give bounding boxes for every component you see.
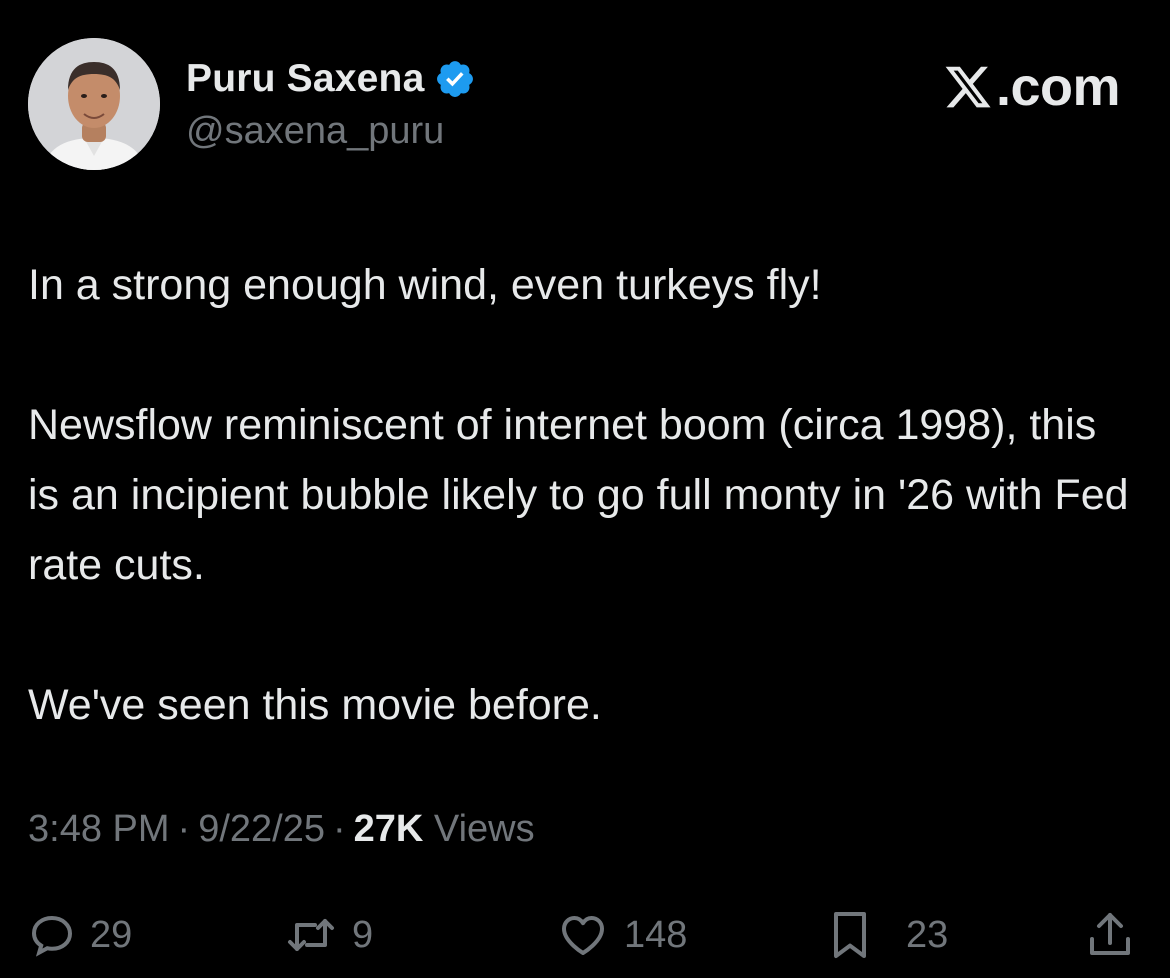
repost-icon <box>284 911 338 959</box>
tweet-paragraph: Newsflow reminiscent of internet boom (c… <box>28 401 1129 589</box>
author-display-name[interactable]: Puru Saxena <box>186 57 424 101</box>
x-logo-icon <box>942 62 994 112</box>
verified-badge-icon[interactable] <box>434 58 476 100</box>
views-count: 27K <box>353 808 424 850</box>
like-count: 148 <box>624 913 688 956</box>
tweet-meta: 3:48 PM · 9/22/25 · 27K Views <box>28 808 535 851</box>
tweet-card: Puru Saxena @saxena_puru .com In a stron… <box>0 0 1170 978</box>
repost-button[interactable]: 9 <box>284 900 373 970</box>
tweet-paragraph: In a strong enough wind, even turkeys fl… <box>28 261 822 309</box>
heart-icon <box>556 911 610 959</box>
author-name-row: Puru Saxena <box>186 56 476 102</box>
repost-count: 9 <box>352 913 374 956</box>
avatar-image <box>28 38 160 170</box>
reply-count: 29 <box>90 913 133 956</box>
action-bar: 29 9 148 23 <box>0 900 1170 970</box>
share-icon <box>1086 909 1134 961</box>
tweet-paragraph: We've seen this movie before. <box>28 681 602 729</box>
tweet-date[interactable]: 9/22/25 <box>198 808 325 850</box>
author-handle[interactable]: @saxena_puru <box>186 110 444 153</box>
avatar[interactable] <box>28 38 160 170</box>
meta-separator: · <box>332 808 346 850</box>
share-button[interactable] <box>1086 900 1134 970</box>
brand-watermark: .com <box>942 56 1121 118</box>
bookmark-count: 23 <box>906 913 949 956</box>
views-label: Views <box>433 808 535 850</box>
brand-text: .com <box>995 57 1121 117</box>
bookmark-button[interactable]: 23 <box>826 900 948 970</box>
like-button[interactable]: 148 <box>556 900 687 970</box>
tweet-text: In a strong enough wind, even turkeys fl… <box>28 250 1138 740</box>
tweet-time[interactable]: 3:48 PM <box>28 808 170 850</box>
bookmark-icon <box>826 909 874 961</box>
reply-button[interactable]: 29 <box>28 900 132 970</box>
meta-separator: · <box>177 808 191 850</box>
reply-icon <box>28 911 76 959</box>
